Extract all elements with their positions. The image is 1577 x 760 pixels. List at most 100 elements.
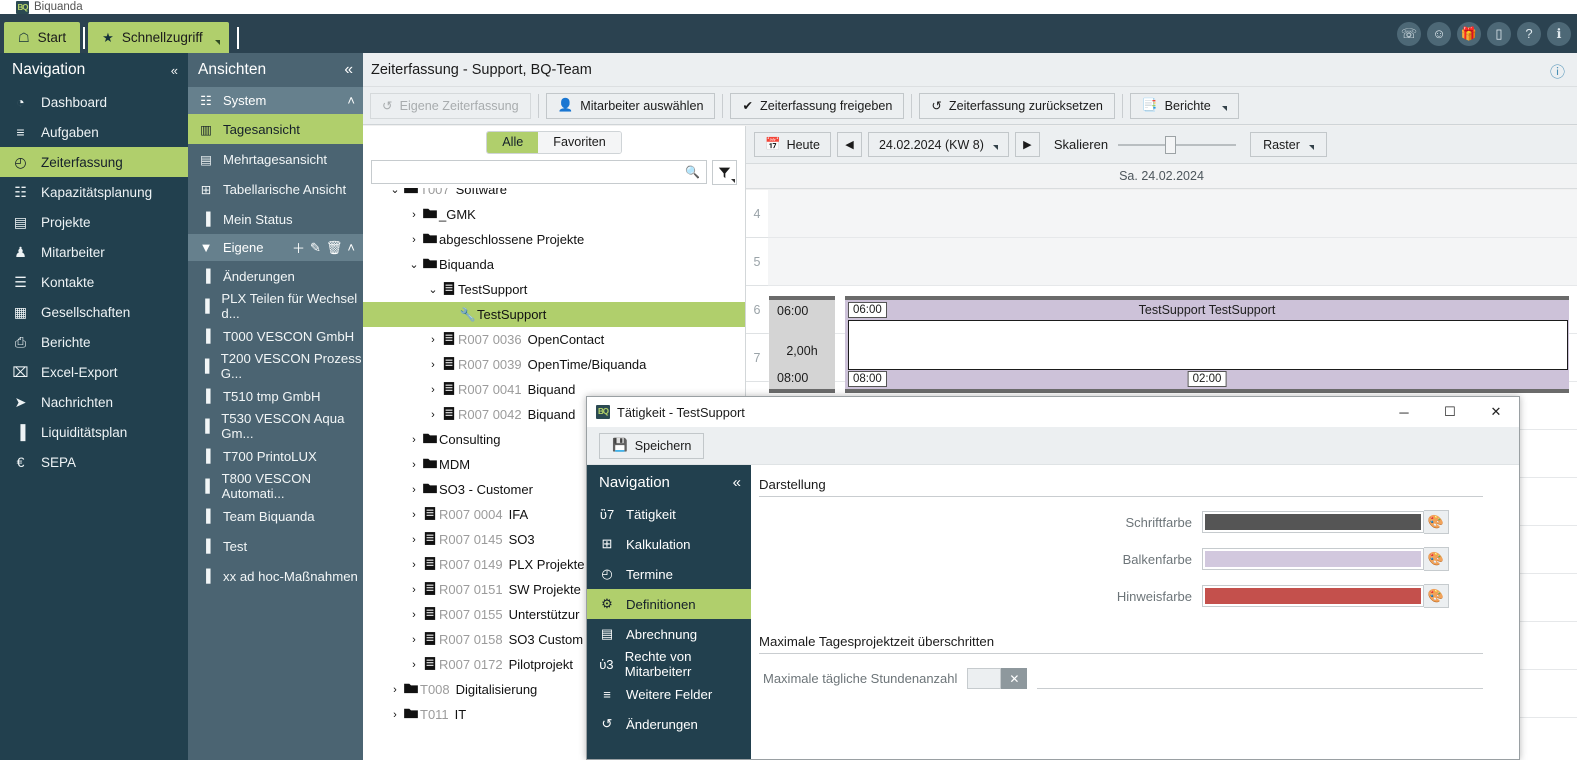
expand-arrow-icon[interactable]: › <box>407 609 421 621</box>
dialog-nav-item-definitionen[interactable]: ⚙ Definitionen <box>587 589 751 619</box>
tab-start[interactable]: ☖ Start <box>4 22 81 53</box>
color-swatch-field[interactable] <box>1202 511 1424 533</box>
expand-arrow-icon[interactable]: › <box>426 409 440 421</box>
raster-button[interactable]: Raster <box>1250 132 1327 157</box>
dialog-nav-item-abrechnung[interactable]: ▤ Abrechnung <box>587 619 751 649</box>
color-swatch-field[interactable] <box>1202 548 1424 570</box>
expand-arrow-icon[interactable]: › <box>388 684 402 696</box>
smiley-icon[interactable]: ☺ <box>1427 22 1451 46</box>
info-icon[interactable]: ℹ <box>1547 22 1571 46</box>
sidebar-item-projekte[interactable]: ▤ Projekte <box>0 207 188 237</box>
sidebar-item-mitarbeiter[interactable]: ♟ Mitarbeiter <box>0 237 188 267</box>
berichte-button[interactable]: 📑 Berichte <box>1129 92 1239 119</box>
expand-arrow-icon[interactable]: › <box>407 584 421 596</box>
collapse-icon[interactable]: « <box>733 474 741 491</box>
palette-icon[interactable]: 🎨 <box>1424 584 1449 608</box>
expand-arrow-icon[interactable]: › <box>407 434 421 446</box>
dialog-nav-item-kalkulation[interactable]: ⊞ Kalkulation <box>587 529 751 559</box>
collapse-icon[interactable]: « <box>171 63 178 78</box>
slider-knob[interactable] <box>1165 135 1177 154</box>
sidebar-item-gesellschaften[interactable]: ▦ Gesellschaften <box>0 297 188 327</box>
save-button[interactable]: 💾 Speichern <box>599 432 705 459</box>
view-item-own-1[interactable]: ▐ PLX Teilen für Wechsel d... <box>188 291 363 321</box>
tree-row[interactable]: ⌄ Biquanda <box>363 252 745 277</box>
sidebar-item-kapazit-tsplanung[interactable]: ☷ Kapazitätsplanung <box>0 177 188 207</box>
expand-arrow-icon[interactable]: › <box>426 384 440 396</box>
dialog-nav-item--nderungen[interactable]: ↺ Änderungen <box>587 709 751 739</box>
zeiterfassung-zuruecksetzen-button[interactable]: ↺ Zeiterfassung zurücksetzen <box>919 92 1115 119</box>
sidebar-item-kontakte[interactable]: ☰ Kontakte <box>0 267 188 297</box>
sidebar-item-excel-export[interactable]: ⌧ Excel-Export <box>0 357 188 387</box>
prev-day-button[interactable]: ◀ <box>836 132 862 157</box>
view-item-own-5[interactable]: ▐ T530 VESCON Aqua Gm... <box>188 411 363 441</box>
expand-arrow-icon[interactable]: › <box>407 234 421 246</box>
view-item-own-3[interactable]: ▐ T200 VESCON Prozess G... <box>188 351 363 381</box>
add-view-icon[interactable]: ＋ <box>292 238 305 257</box>
collapse-icon[interactable]: « <box>344 61 353 79</box>
search-box[interactable]: 🔍 <box>371 160 707 184</box>
view-item-own-6[interactable]: ▐ T700 PrintoLUX <box>188 441 363 471</box>
gift-icon[interactable]: 🎁 <box>1457 22 1481 46</box>
zeiterfassung-freigeben-button[interactable]: ✔ Zeiterfassung freigeben <box>730 92 905 119</box>
chevron-up-icon[interactable]: ˄ <box>347 240 355 255</box>
tree-row[interactable]: › _GMK <box>363 202 745 227</box>
views-group-own[interactable]: ▼ Eigene ＋ ✎ 🗑 ˄ <box>188 234 363 261</box>
tree-row[interactable]: › R007 0039 OpenTime/Biquanda <box>363 352 745 377</box>
eigene-zeiterfassung-button[interactable]: ↺ Eigene Zeiterfassung <box>370 92 531 119</box>
sidebar-item-zeiterfassung[interactable]: ◴ Zeiterfassung <box>0 147 188 177</box>
expand-arrow-icon[interactable]: › <box>407 534 421 546</box>
view-item-own-0[interactable]: ▐ Änderungen <box>188 261 363 291</box>
tree-row[interactable]: 🔧 TestSupport <box>363 302 745 327</box>
headset-icon[interactable]: ☏ <box>1397 22 1421 46</box>
expand-arrow-icon[interactable]: › <box>407 509 421 521</box>
palette-icon[interactable]: 🎨 <box>1424 547 1449 571</box>
view-item-tabellarische-ansicht[interactable]: ⊞ Tabellarische Ansicht <box>188 174 363 204</box>
expand-arrow-icon[interactable]: › <box>407 659 421 671</box>
maximize-button[interactable]: ☐ <box>1427 397 1473 427</box>
expand-arrow-icon[interactable]: ⌄ <box>388 188 402 196</box>
close-button[interactable]: ✕ <box>1473 397 1519 427</box>
sidebar-item-sepa[interactable]: € SEPA <box>0 447 188 477</box>
date-picker-button[interactable]: 24.02.2024 (KW 8) <box>867 132 1009 157</box>
expand-arrow-icon[interactable]: › <box>426 359 440 371</box>
expand-arrow-icon[interactable]: › <box>407 459 421 471</box>
dialog-nav-item-weitere-felder[interactable]: ≡ Weitere Felder <box>587 679 751 709</box>
expand-arrow-icon[interactable]: › <box>407 559 421 571</box>
tree-row[interactable]: › abgeschlossene Projekte <box>363 227 745 252</box>
segment-favoriten[interactable]: Favoriten <box>538 131 621 153</box>
heute-button[interactable]: 📅 Heute <box>754 132 831 157</box>
tree-row[interactable]: › R007 0036 OpenContact <box>363 327 745 352</box>
sidebar-item-berichte[interactable]: ⎙ Berichte <box>0 327 188 357</box>
views-group-system[interactable]: ☷ System ˄ <box>188 87 363 114</box>
next-day-button[interactable]: ▶ <box>1014 132 1040 157</box>
expand-arrow-icon[interactable]: ⌄ <box>407 258 421 271</box>
tablet-icon[interactable]: ▯ <box>1487 22 1511 46</box>
view-item-tagesansicht[interactable]: ▥ Tagesansicht <box>188 114 363 144</box>
view-item-own-4[interactable]: ▐ T510 tmp GmbH <box>188 381 363 411</box>
expand-arrow-icon[interactable]: › <box>407 209 421 221</box>
dialog-nav-item-rechte-von-mitarbeiterr[interactable]: ὑ3 Rechte von Mitarbeiterr <box>587 649 751 679</box>
filter-button[interactable] <box>712 159 737 185</box>
color-swatch-field[interactable] <box>1202 585 1424 607</box>
expand-arrow-icon[interactable]: › <box>407 484 421 496</box>
minimize-button[interactable]: ─ <box>1381 397 1427 427</box>
expand-arrow-icon[interactable]: ⌄ <box>426 283 440 296</box>
search-input[interactable] <box>378 165 686 179</box>
expand-arrow-icon[interactable]: › <box>426 334 440 346</box>
sidebar-item-aufgaben[interactable]: ≡ Aufgaben <box>0 117 188 147</box>
clear-icon[interactable]: ✕ <box>1001 668 1028 689</box>
expand-arrow-icon[interactable]: › <box>388 709 402 721</box>
tree-row[interactable]: ⌄ T007 Software <box>363 188 745 202</box>
help-icon[interactable]: ? <box>1517 22 1541 46</box>
sidebar-item-dashboard[interactable]: ◔ Dashboard <box>0 87 188 117</box>
info-icon[interactable]: ⓘ <box>1550 61 1565 82</box>
sidebar-item-liquidit-tsplan[interactable]: ▐ Liquiditätsplan <box>0 417 188 447</box>
expand-arrow-icon[interactable]: › <box>407 634 421 646</box>
time-entry-block[interactable]: TestSupport TestSupport 06:00 08:00 02:0… <box>845 296 1569 393</box>
chevron-up-icon[interactable]: ˄ <box>347 93 355 108</box>
view-item-mein-status[interactable]: ▐ Mein Status <box>188 204 363 234</box>
time-entry-body[interactable] <box>848 320 1568 370</box>
edit-view-icon[interactable]: ✎ <box>310 240 321 256</box>
sidebar-item-nachrichten[interactable]: ➤ Nachrichten <box>0 387 188 417</box>
delete-view-icon[interactable]: 🗑 <box>326 240 343 256</box>
